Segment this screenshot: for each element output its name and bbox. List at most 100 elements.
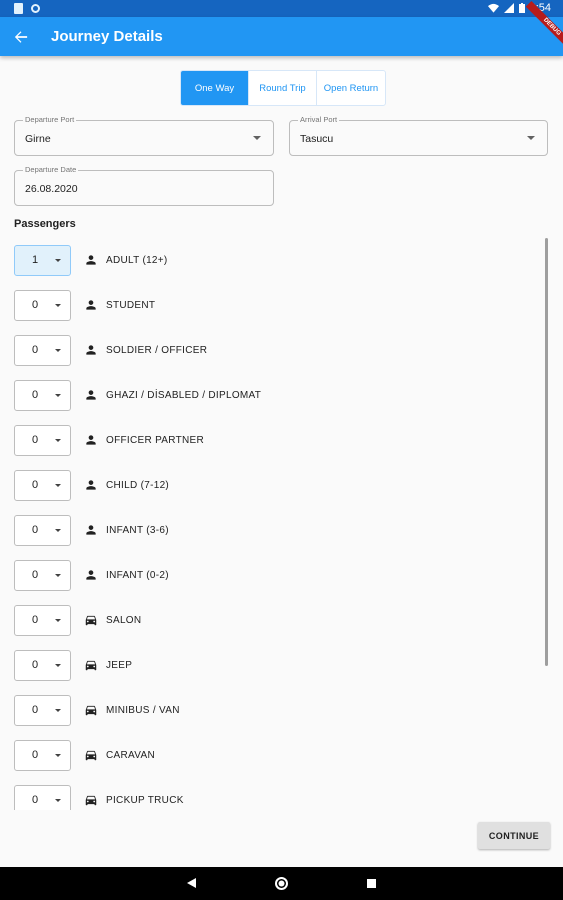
passenger-type-label: INFANT (0-2) [106, 570, 169, 581]
quantity-stepper[interactable]: 0 [14, 380, 71, 411]
quantity-stepper[interactable]: 0 [14, 605, 71, 636]
passenger-type-label: GHAZI / DİSABLED / DIPLOMAT [106, 390, 262, 401]
dropdown-arrow-icon [55, 484, 61, 487]
quantity-stepper[interactable]: 0 [14, 740, 71, 771]
quantity-stepper[interactable]: 0 [14, 515, 71, 546]
passenger-type-label: CHILD (7-12) [106, 480, 170, 491]
quantity-value: 0 [32, 569, 39, 581]
nav-back-icon[interactable] [186, 877, 197, 889]
quantity-value: 0 [32, 434, 39, 446]
tab-open-return[interactable]: Open Return [317, 71, 385, 105]
back-button[interactable] [11, 27, 31, 47]
quantity-value: 0 [32, 794, 39, 806]
list-item: 0 MINIBUS / VAN [0, 687, 540, 732]
passenger-type-label: ADULT (12+) [106, 255, 168, 266]
passenger-type-label: SOLDIER / OFFICER [106, 345, 208, 356]
passenger-list[interactable]: 1 ADULT (12+) 0 STUDENT 0 SOLDIER / OFFI… [0, 236, 563, 810]
person-icon [86, 525, 96, 535]
wifi-icon [487, 3, 499, 13]
quantity-value: 1 [32, 254, 39, 266]
battery-icon [518, 3, 525, 13]
departure-port-label: Departure Port [23, 115, 77, 124]
list-item: 0 PICKUP TRUCK [0, 777, 540, 810]
list-item: 0 GHAZI / DİSABLED / DIPLOMAT [0, 372, 540, 417]
dropdown-arrow-icon [55, 529, 61, 532]
quantity-stepper[interactable]: 0 [14, 695, 71, 726]
dropdown-arrow-icon [55, 619, 61, 622]
list-item: 0 CARAVAN [0, 732, 540, 777]
continue-button[interactable]: CONTINUE [478, 822, 550, 849]
sd-card-icon [14, 3, 23, 14]
quantity-stepper[interactable]: 0 [14, 560, 71, 591]
car-icon [85, 615, 97, 626]
list-item: 0 OFFICER PARTNER [0, 417, 540, 462]
car-icon [85, 705, 97, 716]
scrollbar[interactable] [545, 238, 548, 666]
nav-home-icon[interactable] [275, 877, 288, 890]
departure-port-value: Girne [25, 133, 51, 145]
tab-round-trip[interactable]: Round Trip [249, 71, 317, 105]
app-bar: Journey Details DEBUG [0, 0, 563, 56]
quantity-value: 0 [32, 299, 39, 311]
list-item: 0 INFANT (0-2) [0, 552, 540, 597]
dropdown-arrow-icon [55, 439, 61, 442]
quantity-value: 0 [32, 344, 39, 356]
dropdown-arrow-icon [55, 754, 61, 757]
departure-date-field[interactable]: Departure Date 26.08.2020 [14, 165, 274, 206]
quantity-stepper[interactable]: 0 [14, 335, 71, 366]
quantity-value: 0 [32, 659, 39, 671]
quantity-value: 0 [32, 524, 39, 536]
dropdown-arrow-icon [55, 259, 61, 262]
dropdown-arrow-icon [527, 136, 535, 140]
nav-recents-icon[interactable] [367, 879, 376, 888]
departure-port-select[interactable]: Departure Port Girne [14, 115, 274, 156]
departure-date-label: Departure Date [23, 165, 79, 174]
dropdown-arrow-icon [55, 574, 61, 577]
person-icon [86, 435, 96, 445]
passengers-heading: Passengers [14, 218, 76, 230]
trip-type-toggle: One Way Round Trip Open Return [180, 70, 386, 106]
quantity-value: 0 [32, 389, 39, 401]
quantity-value: 0 [32, 479, 39, 491]
arrival-port-value: Tasucu [300, 133, 334, 145]
dropdown-arrow-icon [55, 664, 61, 667]
dropdown-arrow-icon [55, 349, 61, 352]
quantity-stepper[interactable]: 0 [14, 785, 71, 810]
quantity-stepper[interactable]: 0 [14, 470, 71, 501]
person-icon [86, 390, 96, 400]
person-icon [86, 570, 96, 580]
quantity-stepper[interactable]: 1 [14, 245, 71, 276]
list-item: 0 STUDENT [0, 282, 540, 327]
tab-one-way[interactable]: One Way [181, 71, 249, 105]
sync-icon [31, 4, 40, 13]
quantity-value: 0 [32, 614, 39, 626]
vehicle-type-label: JEEP [106, 660, 133, 671]
arrival-port-select[interactable]: Arrival Port Tasucu [289, 115, 548, 156]
dropdown-arrow-icon [253, 136, 261, 140]
car-icon [85, 795, 97, 806]
dropdown-arrow-icon [55, 709, 61, 712]
passenger-type-label: INFANT (3-6) [106, 525, 169, 536]
quantity-stepper[interactable]: 0 [14, 650, 71, 681]
vehicle-type-label: MINIBUS / VAN [106, 705, 180, 716]
person-icon [86, 255, 96, 265]
dropdown-arrow-icon [55, 799, 61, 802]
arrival-port-label: Arrival Port [298, 115, 340, 124]
quantity-stepper[interactable]: 0 [14, 290, 71, 321]
car-icon [85, 660, 97, 671]
dropdown-arrow-icon [55, 394, 61, 397]
person-icon [86, 480, 96, 490]
signal-icon [503, 3, 514, 13]
quantity-value: 0 [32, 704, 39, 716]
vehicle-type-label: SALON [106, 615, 142, 626]
car-icon [85, 750, 97, 761]
list-item: 0 CHILD (7-12) [0, 462, 540, 507]
quantity-stepper[interactable]: 0 [14, 425, 71, 456]
arrow-back-icon [14, 30, 28, 43]
list-item: 1 ADULT (12+) [0, 237, 540, 282]
list-item: 0 JEEP [0, 642, 540, 687]
list-item: 0 SALON [0, 597, 540, 642]
person-icon [86, 300, 96, 310]
person-icon [86, 345, 96, 355]
status-bar: 3:54 [0, 0, 563, 17]
